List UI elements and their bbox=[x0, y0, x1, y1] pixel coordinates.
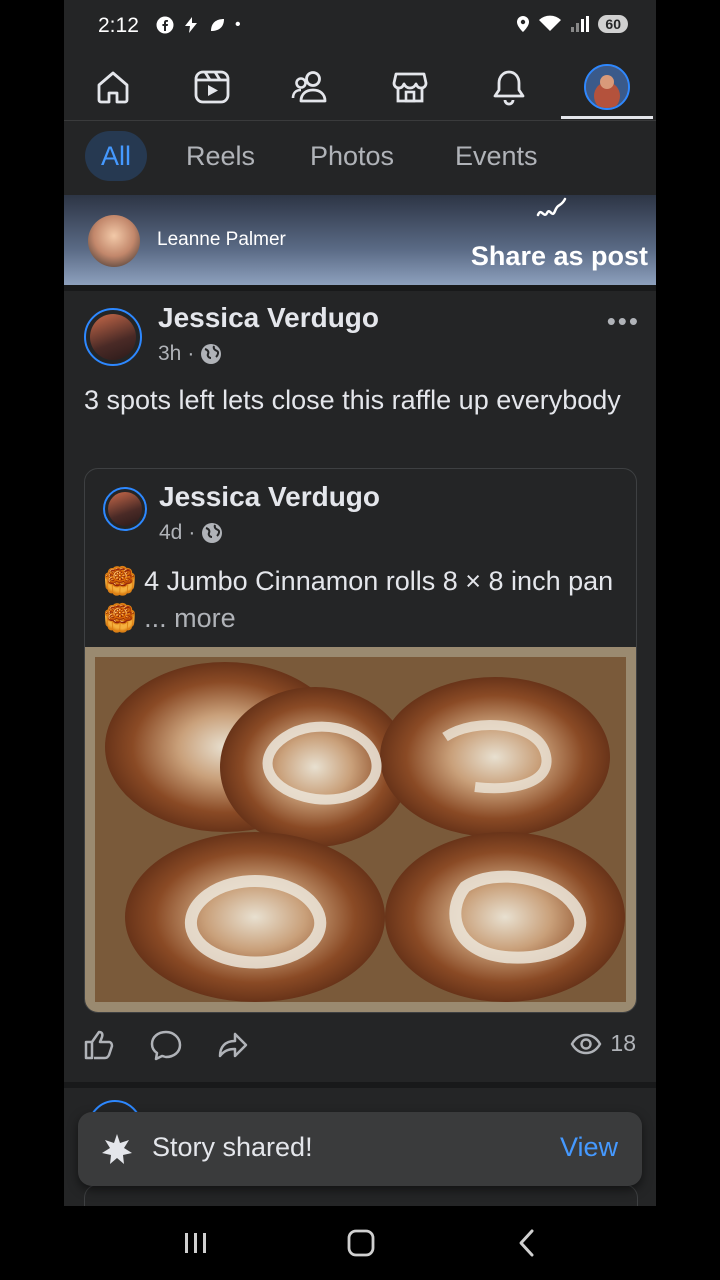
toast-view-button[interactable]: View bbox=[560, 1132, 618, 1163]
sparkle-icon bbox=[102, 1134, 132, 1164]
shared-post-time: 4d bbox=[159, 521, 183, 544]
story-author-avatar bbox=[88, 215, 140, 267]
nav-marketplace[interactable] bbox=[385, 64, 435, 110]
filter-tabs: All Reels Photos Events bbox=[64, 121, 656, 193]
post-actions: 18 bbox=[64, 1028, 656, 1064]
phone-screen: 2:12 • 60 All Reels Photos Events Leanne… bbox=[64, 0, 656, 1280]
location-icon bbox=[517, 16, 530, 32]
facebook-icon bbox=[156, 16, 174, 34]
friends-icon bbox=[291, 71, 327, 103]
meta-separator: · bbox=[188, 521, 196, 544]
nav-notifications[interactable] bbox=[484, 64, 534, 110]
status-dot: • bbox=[235, 16, 241, 33]
shared-post-card[interactable]: Jessica Verdugo 4d · 🥮 4 Jumbo Cinnamon … bbox=[84, 468, 637, 1013]
feed-divider bbox=[64, 285, 656, 291]
active-tab-indicator bbox=[561, 116, 653, 119]
back-icon[interactable] bbox=[514, 1228, 540, 1258]
shared-post-text: 🥮 4 Jumbo Cinnamon rolls 8 × 8 inch pan … bbox=[103, 563, 623, 637]
nav-home[interactable] bbox=[88, 64, 138, 110]
notification-icons: • bbox=[156, 16, 241, 34]
home-icon bbox=[97, 71, 129, 104]
status-time: 2:12 bbox=[98, 14, 139, 37]
nav-profile[interactable] bbox=[582, 64, 632, 110]
nav-reels[interactable] bbox=[187, 64, 237, 110]
reels-icon bbox=[194, 70, 230, 104]
post-author-avatar[interactable] bbox=[84, 308, 142, 366]
leaf-icon bbox=[211, 19, 224, 31]
meta-separator: · bbox=[187, 342, 195, 365]
toast-message: Story shared! bbox=[152, 1132, 313, 1162]
story-share-banner[interactable]: Leanne Palmer Share as post bbox=[64, 195, 656, 285]
post-meta: 3h · bbox=[158, 342, 222, 366]
comment-icon[interactable] bbox=[149, 1028, 183, 1062]
post-time: 3h bbox=[158, 342, 182, 365]
tab-reels[interactable]: Reels bbox=[170, 131, 271, 181]
shared-author-name[interactable]: Jessica Verdugo bbox=[159, 481, 380, 513]
marketplace-icon bbox=[392, 72, 428, 103]
post-text: 3 spots left lets close this raffle up e… bbox=[84, 385, 621, 415]
wifi-icon bbox=[539, 15, 562, 31]
shared-post-meta: 4d · bbox=[159, 521, 223, 545]
globe-icon bbox=[202, 523, 223, 543]
profile-avatar bbox=[584, 64, 630, 110]
shared-author-avatar[interactable] bbox=[103, 487, 147, 531]
cinnamon-rolls-photo[interactable] bbox=[85, 647, 636, 1012]
like-icon[interactable] bbox=[82, 1028, 116, 1062]
system-icons: 60 bbox=[516, 15, 628, 33]
system-navigation bbox=[64, 1206, 656, 1280]
eye-icon bbox=[571, 1033, 602, 1054]
view-count-value: 18 bbox=[610, 1030, 636, 1056]
post-options-icon[interactable]: ••• bbox=[607, 306, 640, 337]
tab-events[interactable]: Events bbox=[439, 131, 554, 181]
recent-apps-icon[interactable] bbox=[182, 1228, 210, 1258]
home-button-icon[interactable] bbox=[346, 1228, 376, 1258]
share-as-post-button[interactable]: Share as post bbox=[471, 241, 648, 272]
bolt-icon bbox=[185, 17, 197, 33]
tab-all[interactable]: All bbox=[85, 131, 148, 181]
globe-icon bbox=[201, 344, 222, 364]
view-count: 18 bbox=[570, 1030, 636, 1057]
story-shared-toast: Story shared! View bbox=[78, 1112, 642, 1186]
story-author-name: Leanne Palmer bbox=[157, 229, 286, 250]
feed-post: Jessica Verdugo 3h · ••• 3 spots left le… bbox=[64, 292, 656, 1082]
see-more-link[interactable]: ... more bbox=[144, 603, 236, 633]
post-author-name[interactable]: Jessica Verdugo bbox=[158, 302, 379, 334]
top-navigation bbox=[64, 54, 656, 121]
tab-photos[interactable]: Photos bbox=[294, 131, 410, 181]
signal-icon bbox=[571, 16, 590, 32]
battery-indicator: 60 bbox=[598, 15, 628, 33]
status-bar: 2:12 • 60 bbox=[64, 0, 656, 54]
share-icon[interactable] bbox=[216, 1028, 250, 1062]
nav-friends[interactable] bbox=[286, 64, 336, 110]
doodle-icon bbox=[536, 197, 567, 217]
bell-icon bbox=[493, 70, 525, 106]
